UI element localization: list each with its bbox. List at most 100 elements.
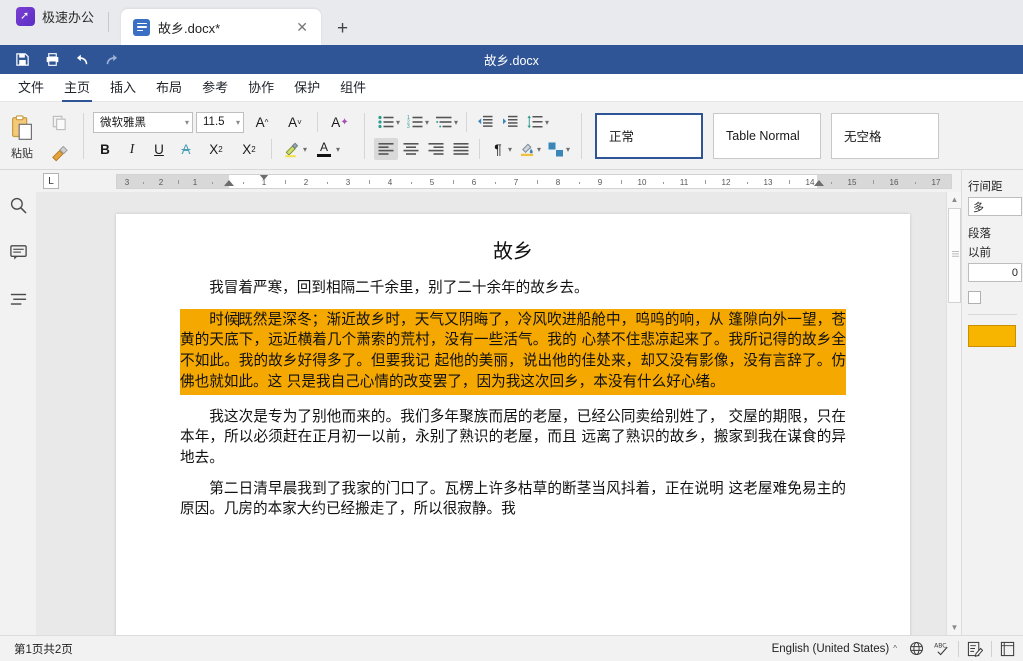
language-chevron-up-icon[interactable]: ^: [893, 644, 903, 653]
redo-button[interactable]: [98, 48, 126, 72]
highlight-color-button[interactable]: [279, 138, 303, 160]
paragraph-2-highlighted[interactable]: 时候既然是深冬；渐近故乡时，天气又阴晦了，冷风吹进船舱中，呜呜的响，从 篷隙向外…: [180, 308, 846, 395]
line-spacing-chevron-down-icon[interactable]: ▾: [545, 118, 549, 127]
track-changes-icon[interactable]: [962, 636, 988, 661]
paragraph-1[interactable]: 我冒着严寒，回到相隔二千余里，别了二十余年的故乡去。: [180, 278, 846, 299]
grow-font-button[interactable]: A ^: [247, 111, 277, 133]
line-spacing-button[interactable]: [523, 111, 547, 133]
font-size-combo[interactable]: 11.5 ▾: [196, 111, 244, 133]
tab-stop-selector[interactable]: L: [43, 173, 59, 189]
first-line-indent-marker[interactable]: [259, 175, 269, 180]
undo-button[interactable]: [68, 48, 96, 72]
font-name-value: 微软雅黑: [100, 117, 146, 129]
ruler-num: 16: [889, 178, 899, 187]
shrink-font-button[interactable]: A ˅: [280, 111, 310, 133]
ribbon-tab-home[interactable]: 主页: [54, 74, 100, 102]
numbered-chevron-down-icon[interactable]: ▾: [425, 118, 429, 127]
ribbon-tab-reference[interactable]: 参考: [192, 74, 238, 101]
layout-view-icon[interactable]: [995, 636, 1021, 661]
vertical-scrollbar[interactable]: ▲ ▼: [946, 192, 961, 635]
scroll-up-icon[interactable]: ▲: [947, 192, 962, 207]
page-indicator[interactable]: 第1页共2页: [0, 641, 73, 657]
ribbon-tab-layout[interactable]: 布局: [146, 74, 192, 101]
document-body[interactable]: 故乡 我冒着严寒，回到相隔二千余里，别了二十余年的故乡去。 时候既然是深冬；渐近…: [116, 214, 910, 520]
search-icon[interactable]: [5, 192, 31, 218]
decrease-indent-button[interactable]: [473, 111, 497, 133]
bullet-chevron-down-icon[interactable]: ▾: [396, 118, 400, 127]
multilevel-list-button[interactable]: [432, 111, 456, 133]
align-left-button[interactable]: [374, 138, 398, 160]
scrollbar-thumb[interactable]: [948, 208, 961, 303]
align-center-button[interactable]: [399, 138, 423, 160]
ruler-num: 13: [763, 178, 773, 187]
panel-checkbox-row[interactable]: [968, 291, 1023, 304]
clear-formatting-button[interactable]: A ✦: [325, 111, 355, 133]
superscript-button[interactable]: X2: [201, 138, 231, 160]
multilevel-chevron-down-icon[interactable]: ▾: [454, 118, 458, 127]
italic-button[interactable]: I: [120, 138, 144, 160]
brand[interactable]: 极速办公: [0, 0, 108, 45]
borders-chevron-down-icon[interactable]: ▾: [566, 145, 570, 154]
borders-button[interactable]: [544, 138, 568, 160]
font-color-button[interactable]: A: [312, 138, 336, 160]
font-color-chevron-down-icon[interactable]: ▾: [336, 145, 340, 154]
font-color-label: A: [320, 139, 329, 154]
clipboard-group: 粘贴: [0, 102, 78, 169]
panel-checkbox[interactable]: [968, 291, 981, 304]
ribbon-tab-components[interactable]: 组件: [330, 74, 376, 101]
ribbon-tab-file[interactable]: 文件: [8, 74, 54, 101]
shading-button[interactable]: [515, 138, 539, 160]
ruler-num: 5: [429, 178, 435, 187]
style-normal[interactable]: 正常: [595, 112, 704, 159]
copy-button[interactable]: [46, 111, 72, 135]
paste-button[interactable]: 粘贴: [0, 110, 44, 161]
highlight-color-swatch[interactable]: [968, 325, 1016, 347]
ribbon-tab-protect[interactable]: 保护: [284, 74, 330, 101]
left-tool-rail: [0, 170, 36, 635]
paragraph-4[interactable]: 第二日清早晨我到了我家的门口了。瓦楞上许多枯草的断茎当风抖着，正在说明 这老屋难…: [180, 479, 846, 520]
document-tab[interactable]: 故乡.docx* ✕: [121, 9, 322, 45]
save-button[interactable]: [8, 48, 36, 72]
bullet-list-button[interactable]: [374, 111, 398, 133]
font-name-combo[interactable]: 微软雅黑 ▾: [93, 111, 193, 133]
show-formatting-marks-button[interactable]: ¶: [486, 138, 510, 160]
new-tab-button[interactable]: +: [337, 19, 348, 38]
formatting-marks-chevron-down-icon[interactable]: ▾: [508, 145, 512, 154]
line-spacing-field[interactable]: 多: [968, 197, 1022, 216]
ribbon-tab-insert[interactable]: 插入: [100, 74, 146, 101]
language-indicator[interactable]: English (United States): [768, 643, 894, 655]
align-right-button[interactable]: [424, 138, 448, 160]
ribbon-tab-collaborate[interactable]: 协作: [238, 74, 284, 101]
subscript-digit: 2: [251, 144, 256, 154]
strikethrough-button[interactable]: A: [174, 138, 198, 160]
highlight-chevron-down-icon[interactable]: ▾: [303, 145, 307, 154]
numbered-list-button[interactable]: 1 2 3: [403, 111, 427, 133]
ruler-num: 10: [637, 178, 647, 187]
subscript-button[interactable]: X2: [234, 138, 264, 160]
style-no-spacing[interactable]: 无空格: [831, 112, 940, 159]
font-group: 微软雅黑 ▾ 11.5 ▾ A ^ A ˅ A ✦ B I U A X 2 X …: [89, 102, 359, 169]
bold-button[interactable]: B: [93, 138, 117, 160]
spellcheck-icon[interactable]: ABC: [929, 636, 955, 661]
globe-icon[interactable]: [903, 636, 929, 661]
close-icon[interactable]: ✕: [293, 18, 311, 36]
print-button[interactable]: [38, 48, 66, 72]
align-justify-button[interactable]: [449, 138, 473, 160]
ruler-num: 7: [513, 178, 519, 187]
horizontal-ruler[interactable]: 3 2 1 1 2 3 4 5 6 7 8 9 10 11 12 13 14 1…: [116, 174, 952, 189]
document-page[interactable]: 故乡 我冒着严寒，回到相隔二千余里，别了二十余年的故乡去。 时候既然是深冬；渐近…: [116, 214, 910, 635]
scroll-down-icon[interactable]: ▼: [947, 620, 962, 635]
comment-icon[interactable]: [5, 239, 31, 265]
shading-chevron-down-icon[interactable]: ▾: [537, 145, 541, 154]
hanging-indent-marker[interactable]: [224, 180, 234, 186]
outline-icon[interactable]: [5, 286, 31, 312]
document-canvas[interactable]: 故乡 我冒着严寒，回到相隔二千余里，别了二十余年的故乡去。 时候既然是深冬；渐近…: [36, 192, 961, 635]
space-before-field[interactable]: 0: [968, 263, 1022, 282]
increase-indent-button[interactable]: [498, 111, 522, 133]
right-indent-marker[interactable]: [814, 180, 824, 186]
paragraph-3[interactable]: 我这次是专为了别他而来的。我们多年聚族而居的老屋，已经公同卖给别姓了， 交屋的期…: [180, 407, 846, 469]
underline-button[interactable]: U: [147, 138, 171, 160]
style-table-normal[interactable]: Table Normal: [713, 112, 822, 159]
format-painter-button[interactable]: [46, 143, 72, 167]
left-indent-marker[interactable]: [223, 188, 232, 189]
